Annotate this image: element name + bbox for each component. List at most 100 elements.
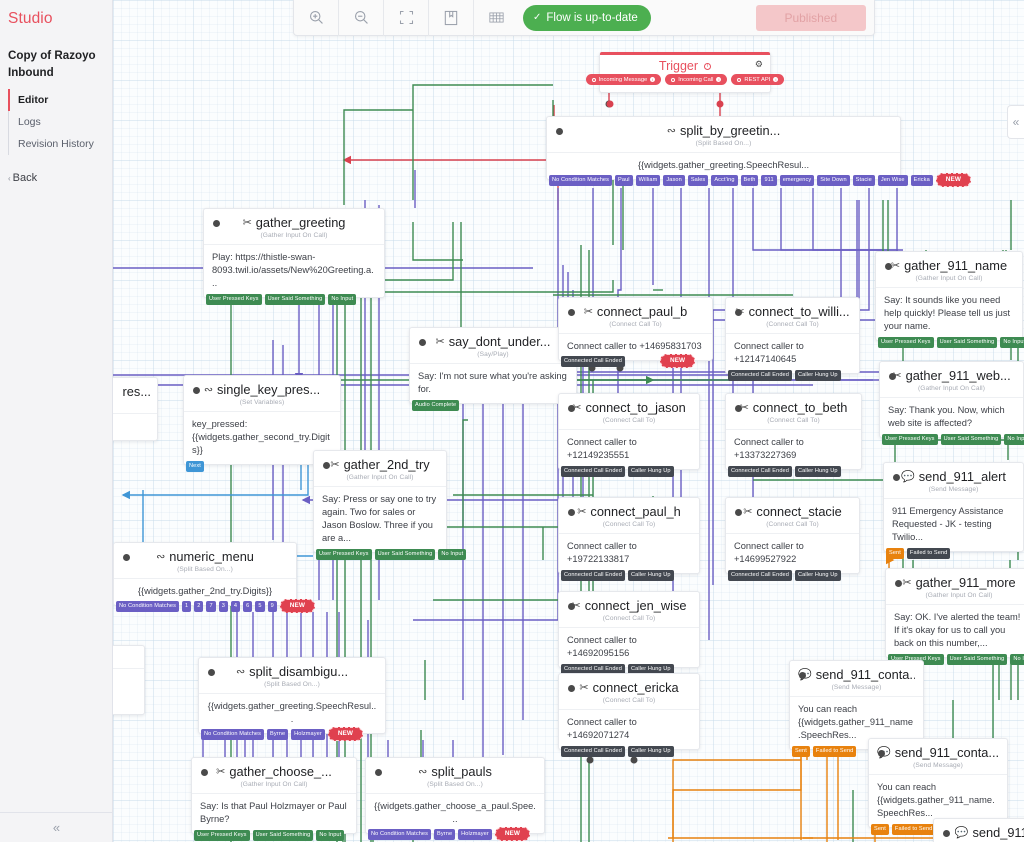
sidebar-collapse-button[interactable]: « <box>0 812 113 842</box>
flow-status-button[interactable]: ✓ Flow is up-to-date <box>523 4 651 31</box>
pin-9[interactable]: 9 <box>267 600 277 612</box>
pin-user-said-something[interactable]: User Said Something <box>940 434 1002 446</box>
pin-jen-wise[interactable]: Jen Wise <box>877 174 908 186</box>
pin-1[interactable]: 1 <box>182 600 192 612</box>
pin-user-pressed-keys[interactable]: User Pressed Keys <box>206 294 262 306</box>
pin-audio-complete[interactable]: Audio Complete <box>412 400 460 412</box>
pin-caller-hung-up[interactable]: Caller Hung Up <box>627 746 674 758</box>
pin-caller-hung-up[interactable]: Caller Hung Up <box>627 570 674 582</box>
pin-byrne[interactable]: Byrne <box>434 828 456 840</box>
pin-no-condition-matches[interactable]: No Condition Matches <box>201 728 265 740</box>
pin-connected-call-ended[interactable]: Connected Call Ended <box>728 570 792 582</box>
pin-byrne[interactable]: Byrne <box>267 728 289 740</box>
node-connect-paul-b[interactable]: ✂ connect_paul_b (Connect Call To) Conne… <box>558 297 713 369</box>
pin-sent[interactable]: Sent <box>871 824 889 836</box>
right-panel-collapse-button[interactable]: « <box>1007 105 1024 139</box>
pin-3[interactable]: 3 <box>218 600 228 612</box>
pin-user-said-something[interactable]: User Said Something <box>936 337 998 349</box>
pin-connected-call-ended[interactable]: Connected Call Ended <box>561 746 625 758</box>
pin-user-said-something[interactable]: User Said Something <box>264 294 326 306</box>
back-link[interactable]: ‹ Back <box>8 172 37 184</box>
pin-caller-hung-up[interactable]: Caller Hung Up <box>794 570 841 582</box>
pin-no-input[interactable]: No Input <box>316 830 345 842</box>
node-gather-2nd-try[interactable]: ✂ gather_2nd_try (Gather Input On Call) … <box>313 450 467 561</box>
pin-user-pressed-keys[interactable]: User Pressed Keys <box>316 549 372 561</box>
pin-holzmayer[interactable]: Holzmayer <box>291 728 325 740</box>
node-split-pauls[interactable]: ∾ split_pauls (Split Based On...) {{widg… <box>365 757 545 842</box>
pin-user-pressed-keys[interactable]: User Pressed Keys <box>878 337 934 349</box>
pin-new[interactable]: NEW <box>935 173 972 188</box>
grid-button[interactable] <box>474 0 519 36</box>
node-partial-left-new[interactable]: NEW <box>113 645 145 715</box>
trigger-pin-rest-api[interactable]: REST API i <box>731 74 785 85</box>
pin-no-condition-matches[interactable]: No Condition Matches <box>116 600 180 612</box>
node-send-911-contact-1[interactable]: 💬 send_911_conta... (Send Message) You c… <box>789 660 924 758</box>
node-split-disambiguate[interactable]: ∾ split_disambigu... (Split Based On...)… <box>198 657 386 742</box>
pin-connected-call-ended[interactable]: Connected Call Ended <box>561 355 625 367</box>
sidebar-item-revision-history[interactable]: Revision History <box>8 133 108 155</box>
pin-7[interactable]: 7 <box>206 600 216 612</box>
pin-no-input[interactable]: No Input <box>1000 337 1024 349</box>
node-send-911-alert[interactable]: 💬 send_911_alert (Send Message) 911 Emer… <box>883 462 1024 560</box>
node-connect-to-jason[interactable]: ✂ connect_to_jason (Connect Call To) Con… <box>558 393 700 478</box>
pin-emergency[interactable]: emergency <box>779 174 815 186</box>
pin-accting[interactable]: Acct'ing <box>711 174 738 186</box>
pin-no-input[interactable]: No Input <box>1004 434 1024 446</box>
fit-screen-button[interactable] <box>384 0 429 36</box>
pin-caller-hung-up[interactable]: Caller Hung Up <box>794 466 841 478</box>
node-split-by-greeting[interactable]: ∾ split_by_greetin... (Split Based On...… <box>546 116 972 188</box>
pin-no-condition-matches[interactable]: No Condition Matches <box>368 828 432 840</box>
pin-4[interactable]: 4 <box>230 600 241 612</box>
node-send-911-contact-2[interactable]: 💬 send_911_conta... (Send Message) You c… <box>868 738 1008 836</box>
pin-6[interactable]: 6 <box>243 600 253 612</box>
trigger-pin-incoming-call[interactable]: Incoming Call i <box>665 74 728 85</box>
sidebar-item-logs[interactable]: Logs <box>8 111 108 133</box>
pin-connected-call-ended[interactable]: Connected Call Ended <box>561 466 625 478</box>
node-connect-jen-wise[interactable]: ✂ connect_jen_wise (Connect Call To) Con… <box>558 591 700 676</box>
pin-jason[interactable]: Jason <box>663 174 685 186</box>
pin-stacie[interactable]: Stacie <box>852 174 875 186</box>
pin-site-down[interactable]: Site Down <box>817 174 850 186</box>
pin-connected-call-ended[interactable]: Connected Call Ended <box>728 370 792 382</box>
flow-canvas[interactable]: ⚙ Trigger i Incoming Message i Incoming … <box>113 0 1024 842</box>
pin-user-said-something[interactable]: User Said Something <box>374 549 436 561</box>
pin-sent[interactable]: Sent <box>886 548 904 560</box>
pin-no-input[interactable]: No Input <box>328 294 357 306</box>
pin-beth[interactable]: Beth <box>740 174 759 186</box>
pin-failed-to-send[interactable]: Failed to Send <box>891 824 936 836</box>
node-gather-911-name[interactable]: ✂ gather_911_name (Gather Input On Call)… <box>875 251 1024 349</box>
pin-next[interactable]: Next <box>186 461 204 473</box>
pin-2[interactable]: 2 <box>194 600 204 612</box>
pin-paul[interactable]: Paul <box>615 174 633 186</box>
node-connect-ericka[interactable]: ✂ connect_ericka (Connect Call To) Conne… <box>558 673 700 758</box>
node-connect-to-beth[interactable]: ✂ connect_to_beth (Connect Call To) Conn… <box>725 393 862 478</box>
zoom-in-button[interactable] <box>294 0 339 36</box>
zoom-out-button[interactable] <box>339 0 384 36</box>
pin-911[interactable]: 911 <box>761 174 777 186</box>
publish-button[interactable]: Published <box>755 4 866 31</box>
node-numeric-menu[interactable]: ∾ numeric_menu (Split Based On...) {{wid… <box>113 542 316 614</box>
node-partial-left[interactable]: res... Digits}} <box>113 377 158 442</box>
pin-connected-call-ended[interactable]: Connected Call Ended <box>561 570 625 582</box>
node-send-911-contact-3[interactable]: 💬 send_911_c <box>933 818 1024 842</box>
gear-icon[interactable]: ⚙ <box>755 59 763 70</box>
pin-user-said-something[interactable]: User Said Something <box>946 654 1008 666</box>
pin-caller-hung-up[interactable]: Caller Hung Up <box>627 466 674 478</box>
node-say-dont-understand[interactable]: ✂ say_dont_under... (Say/Play) Say: I'm … <box>409 327 577 412</box>
node-connect-to-william[interactable]: ✂ connect_to_willi... (Connect Call To) … <box>725 297 860 382</box>
info-icon[interactable]: i <box>704 62 712 70</box>
node-gather-911-more[interactable]: ✂ gather_911_more (Gather Input On Call)… <box>885 568 1024 666</box>
pin-user-said-something[interactable]: User Said Something <box>252 830 314 842</box>
trigger-pin-incoming-message[interactable]: Incoming Message i <box>585 74 662 85</box>
node-gather-choose-a-paul[interactable]: ✂ gather_choose_... (Gather Input On Cal… <box>191 757 357 842</box>
pin-user-pressed-keys[interactable]: User Pressed Keys <box>194 830 250 842</box>
pin-sales[interactable]: Sales <box>687 174 709 186</box>
pin-new[interactable]: NEW <box>494 827 531 842</box>
node-gather-greeting[interactable]: ✂ gather_greeting (Gather Input On Call)… <box>203 208 385 306</box>
node-connect-stacie[interactable]: ✂ connect_stacie (Connect Call To) Conne… <box>725 497 860 582</box>
pin-connected-call-ended[interactable]: Connected Call Ended <box>728 466 792 478</box>
pin-no-input[interactable]: No Input <box>1010 654 1024 666</box>
studio-logo[interactable]: Studio <box>8 10 53 28</box>
pin-ericka[interactable]: Ericka <box>910 174 933 186</box>
pin-caller-hung-up[interactable]: Caller Hung Up <box>794 370 841 382</box>
